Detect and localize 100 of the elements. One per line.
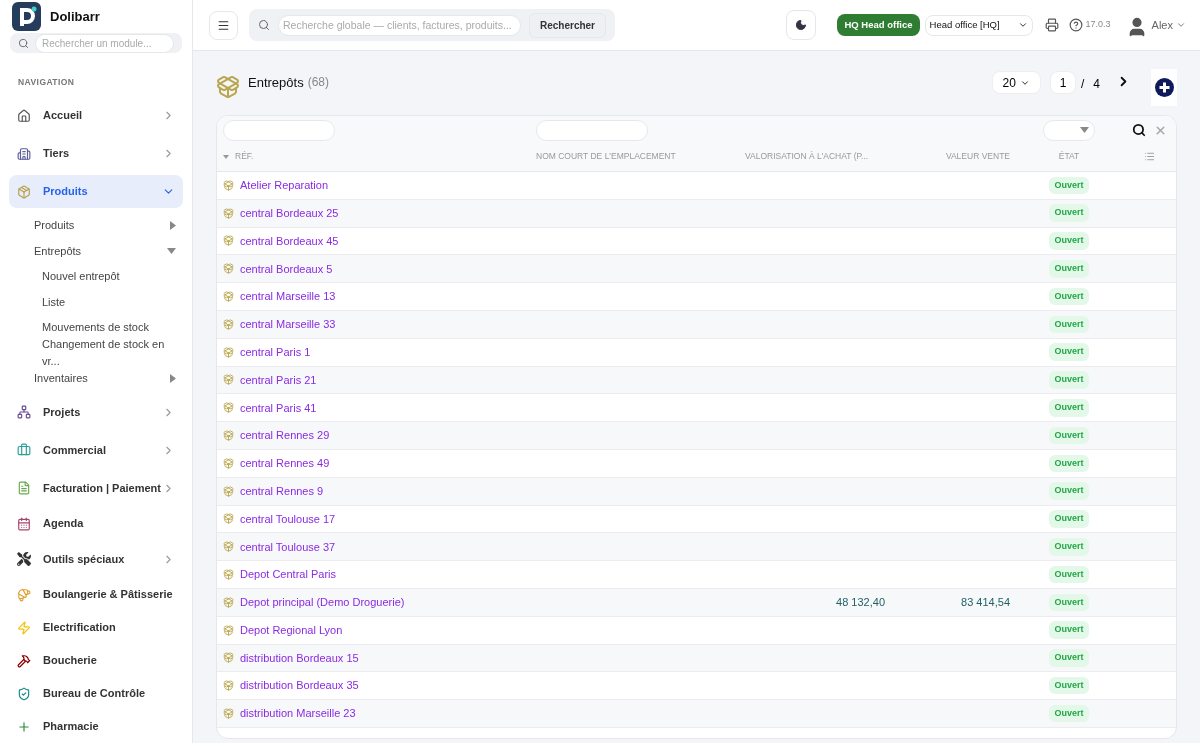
menu-button[interactable] (209, 10, 238, 40)
chevron-down-icon (1017, 20, 1028, 30)
help-icon[interactable] (1068, 18, 1083, 32)
status-badge: Ouvert (1049, 538, 1089, 556)
status-badge: Ouvert (1049, 232, 1089, 250)
submenu-item[interactable]: Changement de stock en vr... (42, 336, 176, 370)
warehouse-link[interactable]: central Toulouse 17 (240, 510, 336, 528)
filter-field[interactable] (536, 119, 648, 141)
entity-select[interactable]: Head office [HQ] (924, 14, 1033, 36)
page-total: 4 (1093, 76, 1100, 93)
warehouse-icon (223, 708, 234, 720)
shield-icon (17, 686, 31, 701)
warehouse-link[interactable]: distribution Marseille 23 (240, 705, 356, 722)
status-badge: Ouvert (1049, 343, 1089, 361)
warehouse-icon (223, 541, 234, 553)
global-search-field[interactable]: Recherche globale — clients, factures, produits... (278, 14, 521, 36)
status-badge: Ouvert (1049, 260, 1089, 278)
warehouse-link[interactable]: central Rennes 49 (240, 455, 330, 472)
warehouse-link[interactable]: central Bordeaux 45 (240, 232, 339, 250)
warehouse-link[interactable]: Depot Central Paris (240, 566, 336, 583)
dark-mode-button[interactable] (786, 10, 817, 40)
warehouse-link[interactable]: distribution Bordeaux 15 (240, 649, 359, 667)
status-badge: Ouvert (1049, 454, 1089, 473)
nav-item[interactable]: Produits (9, 175, 183, 208)
page-number-field[interactable]: 1 (1049, 71, 1076, 94)
nav-item[interactable]: Facturation | Paiement (9, 471, 183, 505)
warehouse-icon (223, 513, 234, 525)
warehouse-link[interactable]: Atelier Reparation (240, 177, 329, 194)
nav-item[interactable]: Pharmacie (9, 710, 183, 743)
app-name: Dolibarr (50, 7, 100, 26)
warehouse-icon (216, 75, 240, 99)
warehouse-link[interactable]: central Marseille 13 (240, 288, 336, 305)
filter-field[interactable] (223, 119, 335, 141)
nav-item[interactable]: Bureau de Contrôle (9, 677, 183, 710)
submenu-item[interactable]: Liste (42, 293, 66, 310)
user-name[interactable]: Alex (1151, 16, 1173, 34)
sort-icon (223, 154, 229, 159)
nav-item[interactable]: Outils spéciaux (9, 542, 183, 576)
status-badge: Ouvert (1049, 426, 1089, 445)
warehouse-link[interactable]: central Rennes 29 (240, 427, 330, 444)
search-icon[interactable] (1131, 123, 1146, 137)
entity-badge: HQ Head office (837, 14, 920, 36)
warehouse-icon (223, 179, 234, 191)
status-badge: Ouvert (1049, 176, 1089, 195)
warehouse-icon (223, 596, 234, 608)
network-icon (17, 405, 31, 419)
status-badge: Ouvert (1049, 677, 1089, 695)
warehouse-link[interactable]: central Rennes 9 (240, 482, 324, 500)
status-badge: Ouvert (1049, 510, 1089, 528)
nav-item[interactable]: Agenda (9, 507, 183, 540)
warehouse-link[interactable]: central Paris 41 (240, 399, 317, 416)
status-badge: Ouvert (1049, 482, 1089, 500)
warehouse-icon (223, 263, 234, 275)
warehouse-link[interactable]: Depot Regional Lyon (240, 621, 343, 639)
search-icon (18, 37, 29, 49)
nav-item[interactable]: Projets (9, 395, 183, 429)
purchase-value: 48 132,40 (836, 595, 885, 611)
home-icon (17, 108, 31, 123)
chevron-down-icon (1176, 20, 1186, 30)
status-badge: Ouvert (1049, 621, 1089, 639)
status-badge: Ouvert (1049, 315, 1089, 334)
warehouse-link[interactable]: central Toulouse 37 (240, 538, 336, 555)
nav-item[interactable]: Accueil (9, 99, 183, 132)
warehouse-link[interactable]: central Marseille 33 (240, 316, 336, 333)
warehouse-icon (223, 235, 234, 247)
tools-icon (17, 552, 31, 566)
submenu-item[interactable]: Entrepôts (34, 242, 82, 259)
nav-item[interactable]: Tiers (9, 137, 183, 170)
status-badge: Ouvert (1049, 565, 1089, 584)
status-badge: Ouvert (1049, 593, 1089, 612)
submenu-item[interactable]: Mouvements de stock (42, 319, 149, 336)
warehouse-link[interactable]: Depot principal (Demo Droguerie) (240, 594, 405, 611)
warehouse-link[interactable]: central Paris 1 (240, 343, 311, 361)
warehouse-link[interactable]: central Paris 21 (240, 371, 317, 389)
nav-item[interactable]: Boucherie (9, 644, 183, 677)
caret-down-icon (1080, 127, 1089, 133)
warehouse-link[interactable]: distribution Bordeaux 35 (240, 677, 359, 694)
nav-item[interactable]: Electrification (9, 611, 183, 644)
nav-item[interactable]: Boulangerie & Pâtisserie (9, 578, 183, 611)
status-badge: Ouvert (1049, 204, 1089, 222)
warehouse-icon (223, 430, 234, 442)
module-search-field[interactable]: Rechercher un module... (35, 33, 174, 53)
warehouse-link[interactable]: central Bordeaux 5 (240, 260, 333, 278)
submenu-item[interactable]: Inventaires (34, 370, 88, 387)
page-separator: / (1080, 76, 1085, 93)
status-badge: Ouvert (1049, 287, 1089, 306)
submenu-item[interactable]: Nouvel entrepôt (42, 268, 120, 285)
record-count: (68) (307, 74, 329, 91)
search-button[interactable]: Rechercher (528, 12, 606, 38)
plus-icon (17, 719, 31, 734)
submenu-item[interactable]: Produits (34, 217, 75, 234)
package-icon (17, 184, 31, 199)
nav-item[interactable]: Commercial (9, 433, 183, 467)
warehouse-icon (223, 652, 234, 664)
warehouse-link[interactable]: central Bordeaux 25 (240, 204, 339, 222)
add-button[interactable] (1151, 69, 1177, 106)
per-page-select[interactable]: 20 (991, 71, 1041, 94)
printer-icon[interactable] (1044, 18, 1059, 32)
status-badge: Ouvert (1049, 704, 1089, 723)
lightning-icon (17, 620, 31, 635)
